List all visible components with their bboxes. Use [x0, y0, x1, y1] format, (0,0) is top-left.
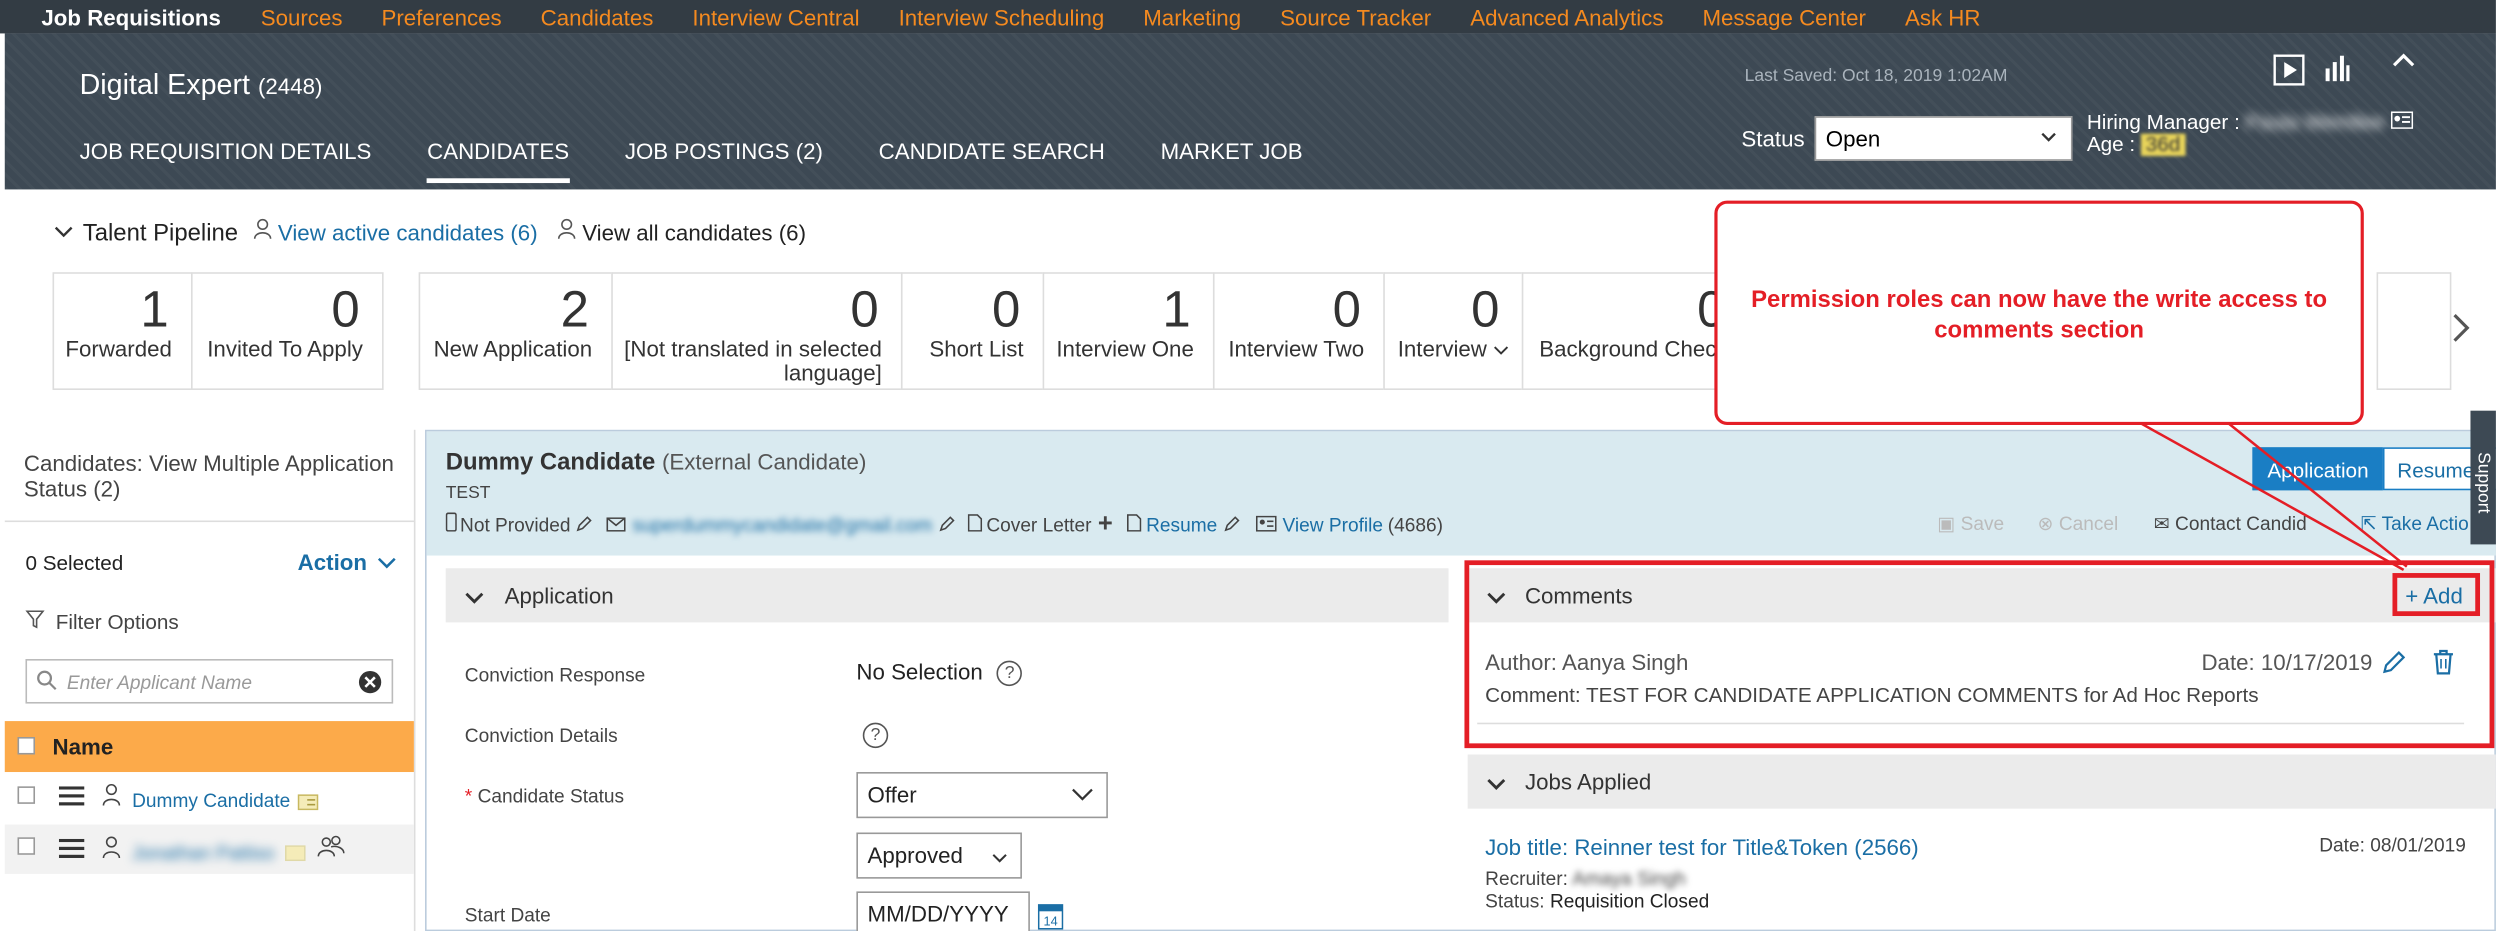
add-button-highlight-box	[2392, 573, 2481, 617]
annotation-arrow	[2140, 422, 2408, 571]
comments-highlight-box	[1464, 560, 2495, 749]
app-root: Job Requisitions Sources Preferences Can…	[0, 0, 2496, 931]
